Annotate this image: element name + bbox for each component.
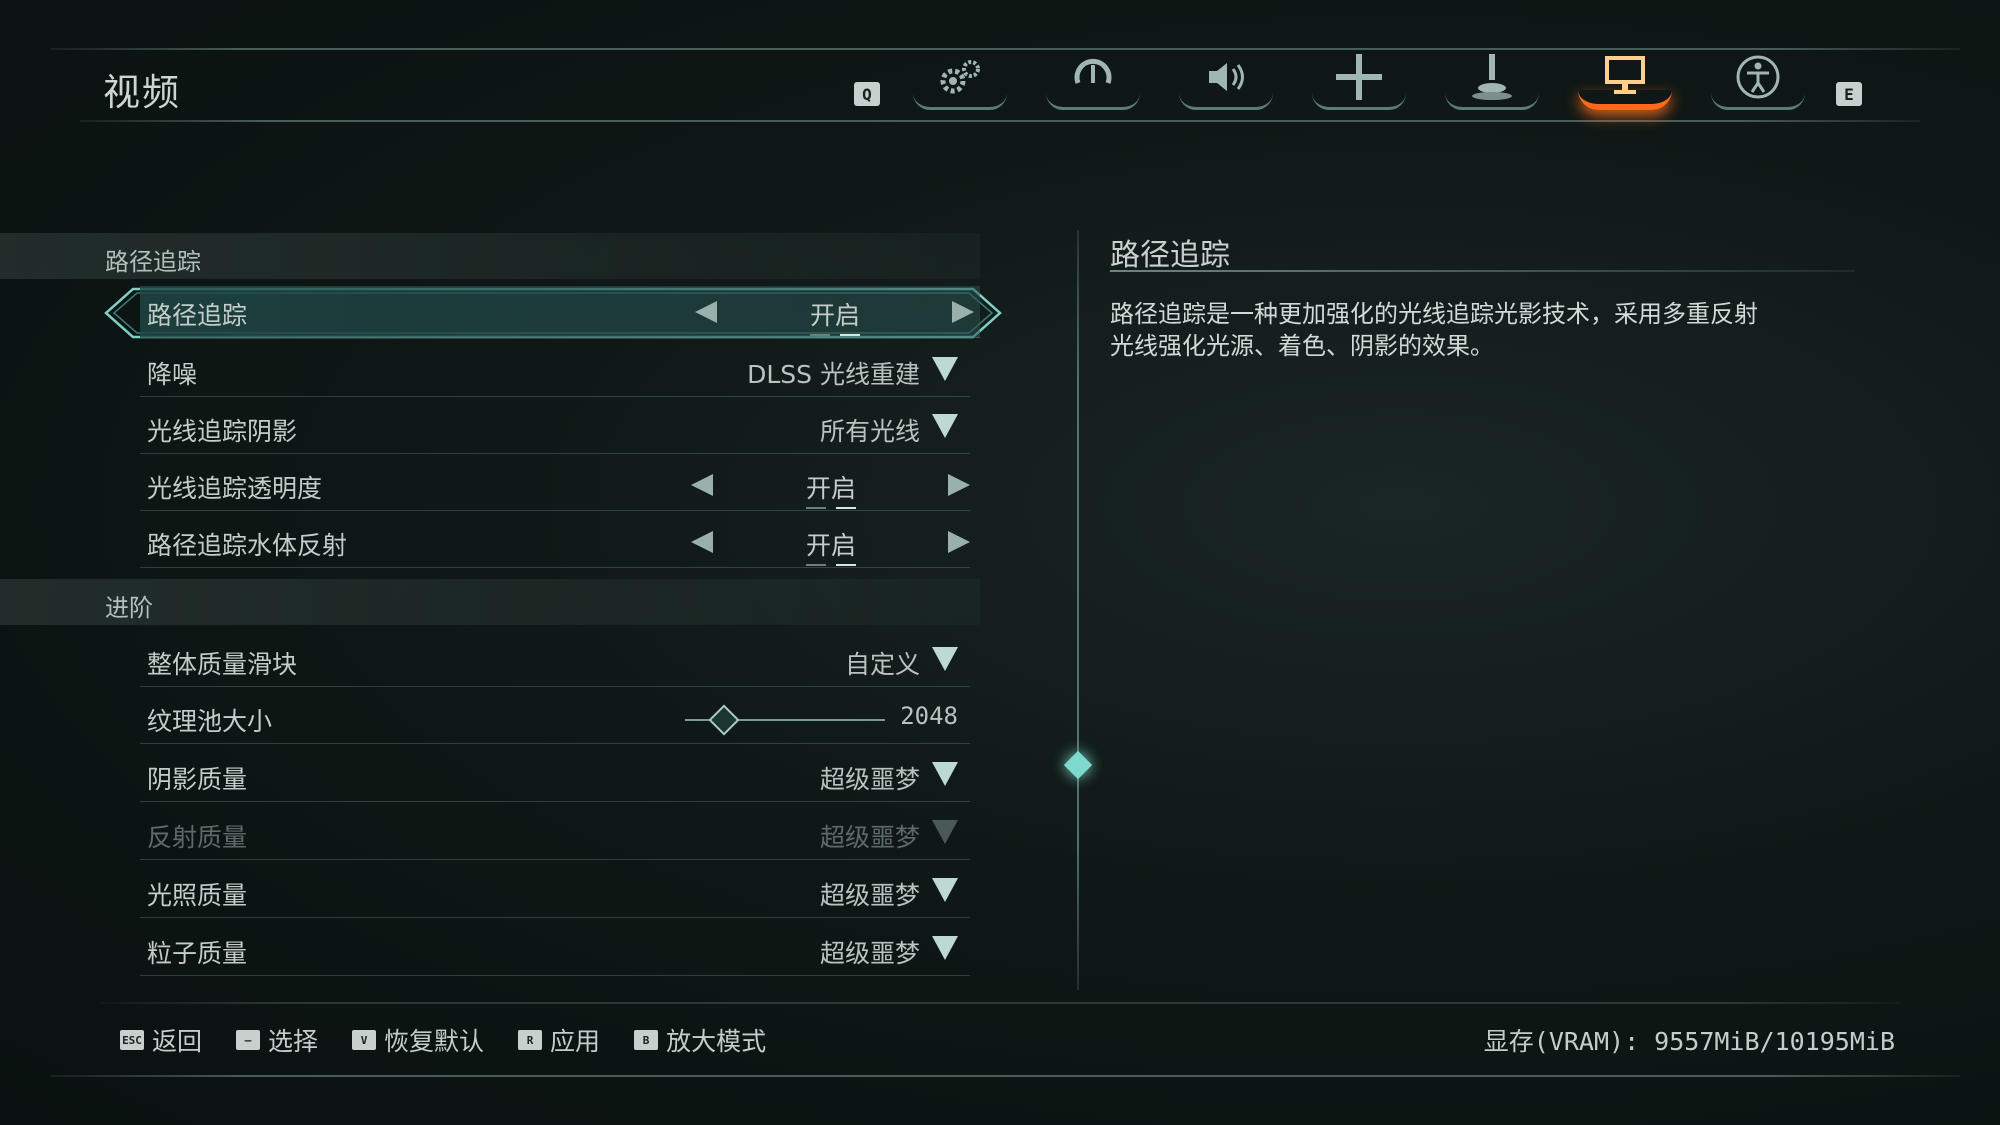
setting-row-particle-quality[interactable]: 粒子质量 超级噩梦 — [140, 924, 970, 976]
setting-row-texture-pool[interactable]: 纹理池大小 2048 — [140, 692, 970, 744]
tab-general[interactable] — [905, 50, 1015, 116]
monitor-icon — [1605, 56, 1645, 94]
r-key-icon: R — [518, 1030, 543, 1050]
setting-row-path-tracing[interactable]: 路径追踪 开启 — [140, 286, 980, 338]
esc-key-icon: ESC — [120, 1030, 144, 1050]
setting-label: 整体质量滑块 — [147, 650, 298, 679]
setting-label: 光线追踪透明度 — [147, 474, 323, 503]
tab-audio[interactable] — [1171, 50, 1281, 116]
footer-label: 选择 — [268, 1027, 319, 1056]
setting-label: 光照质量 — [147, 881, 248, 910]
setting-value: 超级噩梦 — [819, 881, 920, 910]
description-title: 路径追踪 — [1110, 238, 1230, 273]
crosshair-icon — [1336, 54, 1382, 100]
footer-label: 放大模式 — [666, 1027, 767, 1056]
setting-row-quality-preset[interactable]: 整体质量滑块 自定义 — [140, 635, 970, 687]
dropdown-arrow-icon[interactable] — [932, 936, 958, 960]
arrow-right-icon[interactable] — [948, 531, 970, 553]
accessibility-icon — [1736, 55, 1780, 99]
section-header-path-tracing: 路径追踪 — [0, 233, 980, 279]
dropdown-arrow-icon[interactable] — [932, 414, 958, 438]
dropdown-arrow-icon[interactable] — [932, 357, 958, 381]
scrollbar-track[interactable] — [1077, 230, 1079, 990]
setting-label: 路径追踪 — [147, 301, 248, 330]
gears-icon — [940, 60, 980, 94]
footer-back[interactable]: ESC 返回 — [120, 1022, 202, 1058]
tab-controls[interactable] — [1038, 50, 1148, 116]
setting-value: 超级噩梦 — [819, 765, 920, 794]
footer-divider — [100, 1002, 1900, 1004]
dropdown-arrow-icon[interactable] — [932, 762, 958, 786]
setting-value: 开启 — [791, 526, 871, 566]
setting-value: 2048 — [900, 702, 958, 730]
controller-icon — [1074, 59, 1112, 84]
setting-row-lighting-quality[interactable]: 光照质量 超级噩梦 — [140, 866, 970, 918]
section-title: 路径追踪 — [105, 248, 201, 276]
setting-value: 开启 — [795, 296, 875, 336]
setting-value: 所有光线 — [819, 417, 920, 446]
setting-row-denoiser[interactable]: 降噪 DLSS 光线重建 — [140, 345, 970, 397]
footer-label: 应用 — [550, 1027, 601, 1056]
enter-key-icon: — — [236, 1030, 261, 1050]
setting-value: 自定义 — [844, 650, 920, 679]
vram-usage: 显存(VRAM): 9557MiB/10195MiB — [1483, 1027, 1895, 1056]
tab-accessibility[interactable] — [1703, 50, 1813, 116]
setting-row-water-reflection[interactable]: 路径追踪水体反射 开启 — [140, 516, 970, 568]
footer-hints: ESC 返回 — 选择 V 恢复默认 R 应用 B 放大模式 — [120, 1022, 766, 1058]
speaker-icon — [1209, 63, 1244, 91]
arrow-right-icon[interactable] — [948, 474, 970, 496]
arrow-right-icon[interactable] — [952, 301, 974, 323]
dropdown-arrow-icon[interactable] — [932, 878, 958, 902]
slider-handle[interactable] — [708, 704, 740, 736]
v-key-icon: V — [352, 1030, 377, 1050]
tab-video[interactable] — [1570, 50, 1680, 116]
setting-label: 路径追踪水体反射 — [147, 531, 348, 560]
setting-label: 纹理池大小 — [147, 707, 273, 736]
category-tabs: Q E — [850, 50, 1870, 122]
setting-label: 阴影质量 — [147, 765, 248, 794]
next-tab-key[interactable]: E — [1836, 82, 1862, 106]
joystick-icon — [1472, 54, 1512, 100]
section-title: 进阶 — [105, 594, 153, 622]
dropdown-arrow-icon[interactable] — [932, 647, 958, 671]
setting-value: DLSS 光线重建 — [747, 360, 920, 389]
arrow-left-icon[interactable] — [691, 531, 713, 553]
setting-row-reflection-quality: 反射质量 超级噩梦 — [140, 808, 970, 860]
footer-select[interactable]: — 选择 — [236, 1022, 318, 1058]
tab-gamepad[interactable] — [1437, 50, 1547, 116]
section-header-advanced: 进阶 — [0, 579, 980, 625]
setting-label: 光线追踪阴影 — [147, 417, 298, 446]
setting-label: 粒子质量 — [147, 939, 248, 968]
arrow-left-icon[interactable] — [695, 301, 717, 323]
footer-restore-defaults[interactable]: V 恢复默认 — [352, 1022, 484, 1058]
setting-label: 反射质量 — [147, 823, 248, 852]
setting-label: 降噪 — [147, 360, 198, 389]
tab-hud[interactable] — [1304, 50, 1414, 116]
dropdown-arrow-icon — [932, 820, 958, 844]
setting-row-rt-shadows[interactable]: 光线追踪阴影 所有光线 — [140, 402, 970, 454]
footer-apply[interactable]: R 应用 — [518, 1022, 600, 1058]
footer-label: 恢复默认 — [384, 1027, 485, 1056]
page-title: 视频 — [103, 71, 181, 114]
setting-value: 开启 — [791, 469, 871, 509]
footer-zoom-mode[interactable]: B 放大模式 — [634, 1022, 766, 1058]
arrow-left-icon[interactable] — [691, 474, 713, 496]
description-divider — [1110, 270, 1855, 272]
setting-row-rt-transparency[interactable]: 光线追踪透明度 开启 — [140, 459, 970, 511]
b-key-icon: B — [634, 1030, 659, 1050]
setting-value: 超级噩梦 — [819, 823, 920, 852]
bottom-frame-line — [50, 1075, 1960, 1077]
scrollbar-thumb[interactable] — [1063, 750, 1093, 780]
setting-row-shadow-quality[interactable]: 阴影质量 超级噩梦 — [140, 750, 970, 802]
prev-tab-key[interactable]: Q — [854, 82, 880, 106]
setting-value: 超级噩梦 — [819, 939, 920, 968]
footer-label: 返回 — [152, 1027, 203, 1056]
description-text: 路径追踪是一种更加强化的光线追踪光影技术，采用多重反射光线强化光源、着色、阴影的… — [1110, 300, 1758, 360]
